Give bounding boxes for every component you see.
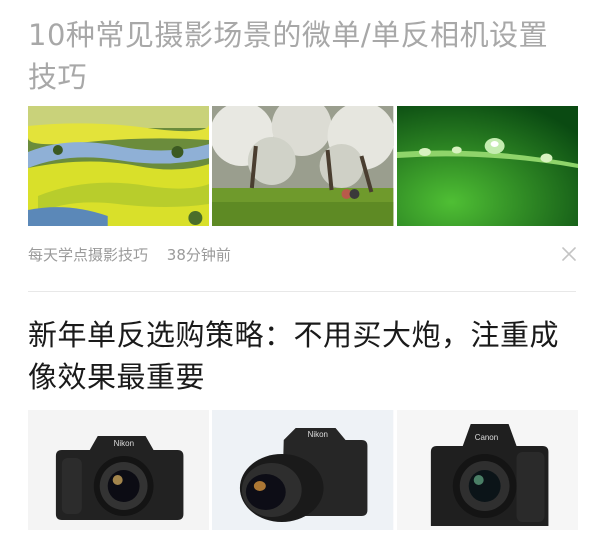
article-card[interactable]: 10种常见摄影场景的微单/单反相机设置技巧 每天学点摄影技巧 38分钟前 <box>0 0 594 292</box>
article-card[interactable]: 新年单反选购策略：不用买大炮，注重成像效果最重要 Nikon Nikon Can… <box>0 292 594 547</box>
camera-brand-label: Nikon <box>114 439 134 448</box>
article-source[interactable]: 每天学点摄影技巧 <box>28 246 148 264</box>
article-title[interactable]: 10种常见摄影场景的微单/单反相机设置技巧 <box>28 14 576 98</box>
nikon-camera-zoom-lens-thumbnail[interactable]: Nikon <box>212 410 394 530</box>
camera-brand-label: Nikon <box>308 430 328 439</box>
article-thumbnails[interactable] <box>28 106 578 226</box>
article-title[interactable]: 新年单反选购策略：不用买大炮，注重成像效果最重要 <box>28 314 576 398</box>
nikon-camera-front-thumbnail[interactable]: Nikon <box>28 410 210 530</box>
article-meta: 每天学点摄影技巧 38分钟前 <box>28 244 578 266</box>
canola-field-river-thumbnail[interactable] <box>28 106 210 226</box>
news-feed: 10种常见摄影场景的微单/单反相机设置技巧 每天学点摄影技巧 38分钟前 新年单… <box>0 0 594 547</box>
water-droplets-leaf-thumbnail[interactable] <box>396 106 578 226</box>
camera-brand-label: Canon <box>474 433 497 442</box>
article-thumbnails[interactable]: Nikon Nikon Canon <box>28 410 578 530</box>
blossom-orchard-thumbnail[interactable] <box>212 106 394 226</box>
article-timestamp: 38分钟前 <box>166 246 231 264</box>
canon-camera-grip-thumbnail[interactable]: Canon <box>396 410 578 530</box>
close-icon[interactable] <box>560 245 578 263</box>
